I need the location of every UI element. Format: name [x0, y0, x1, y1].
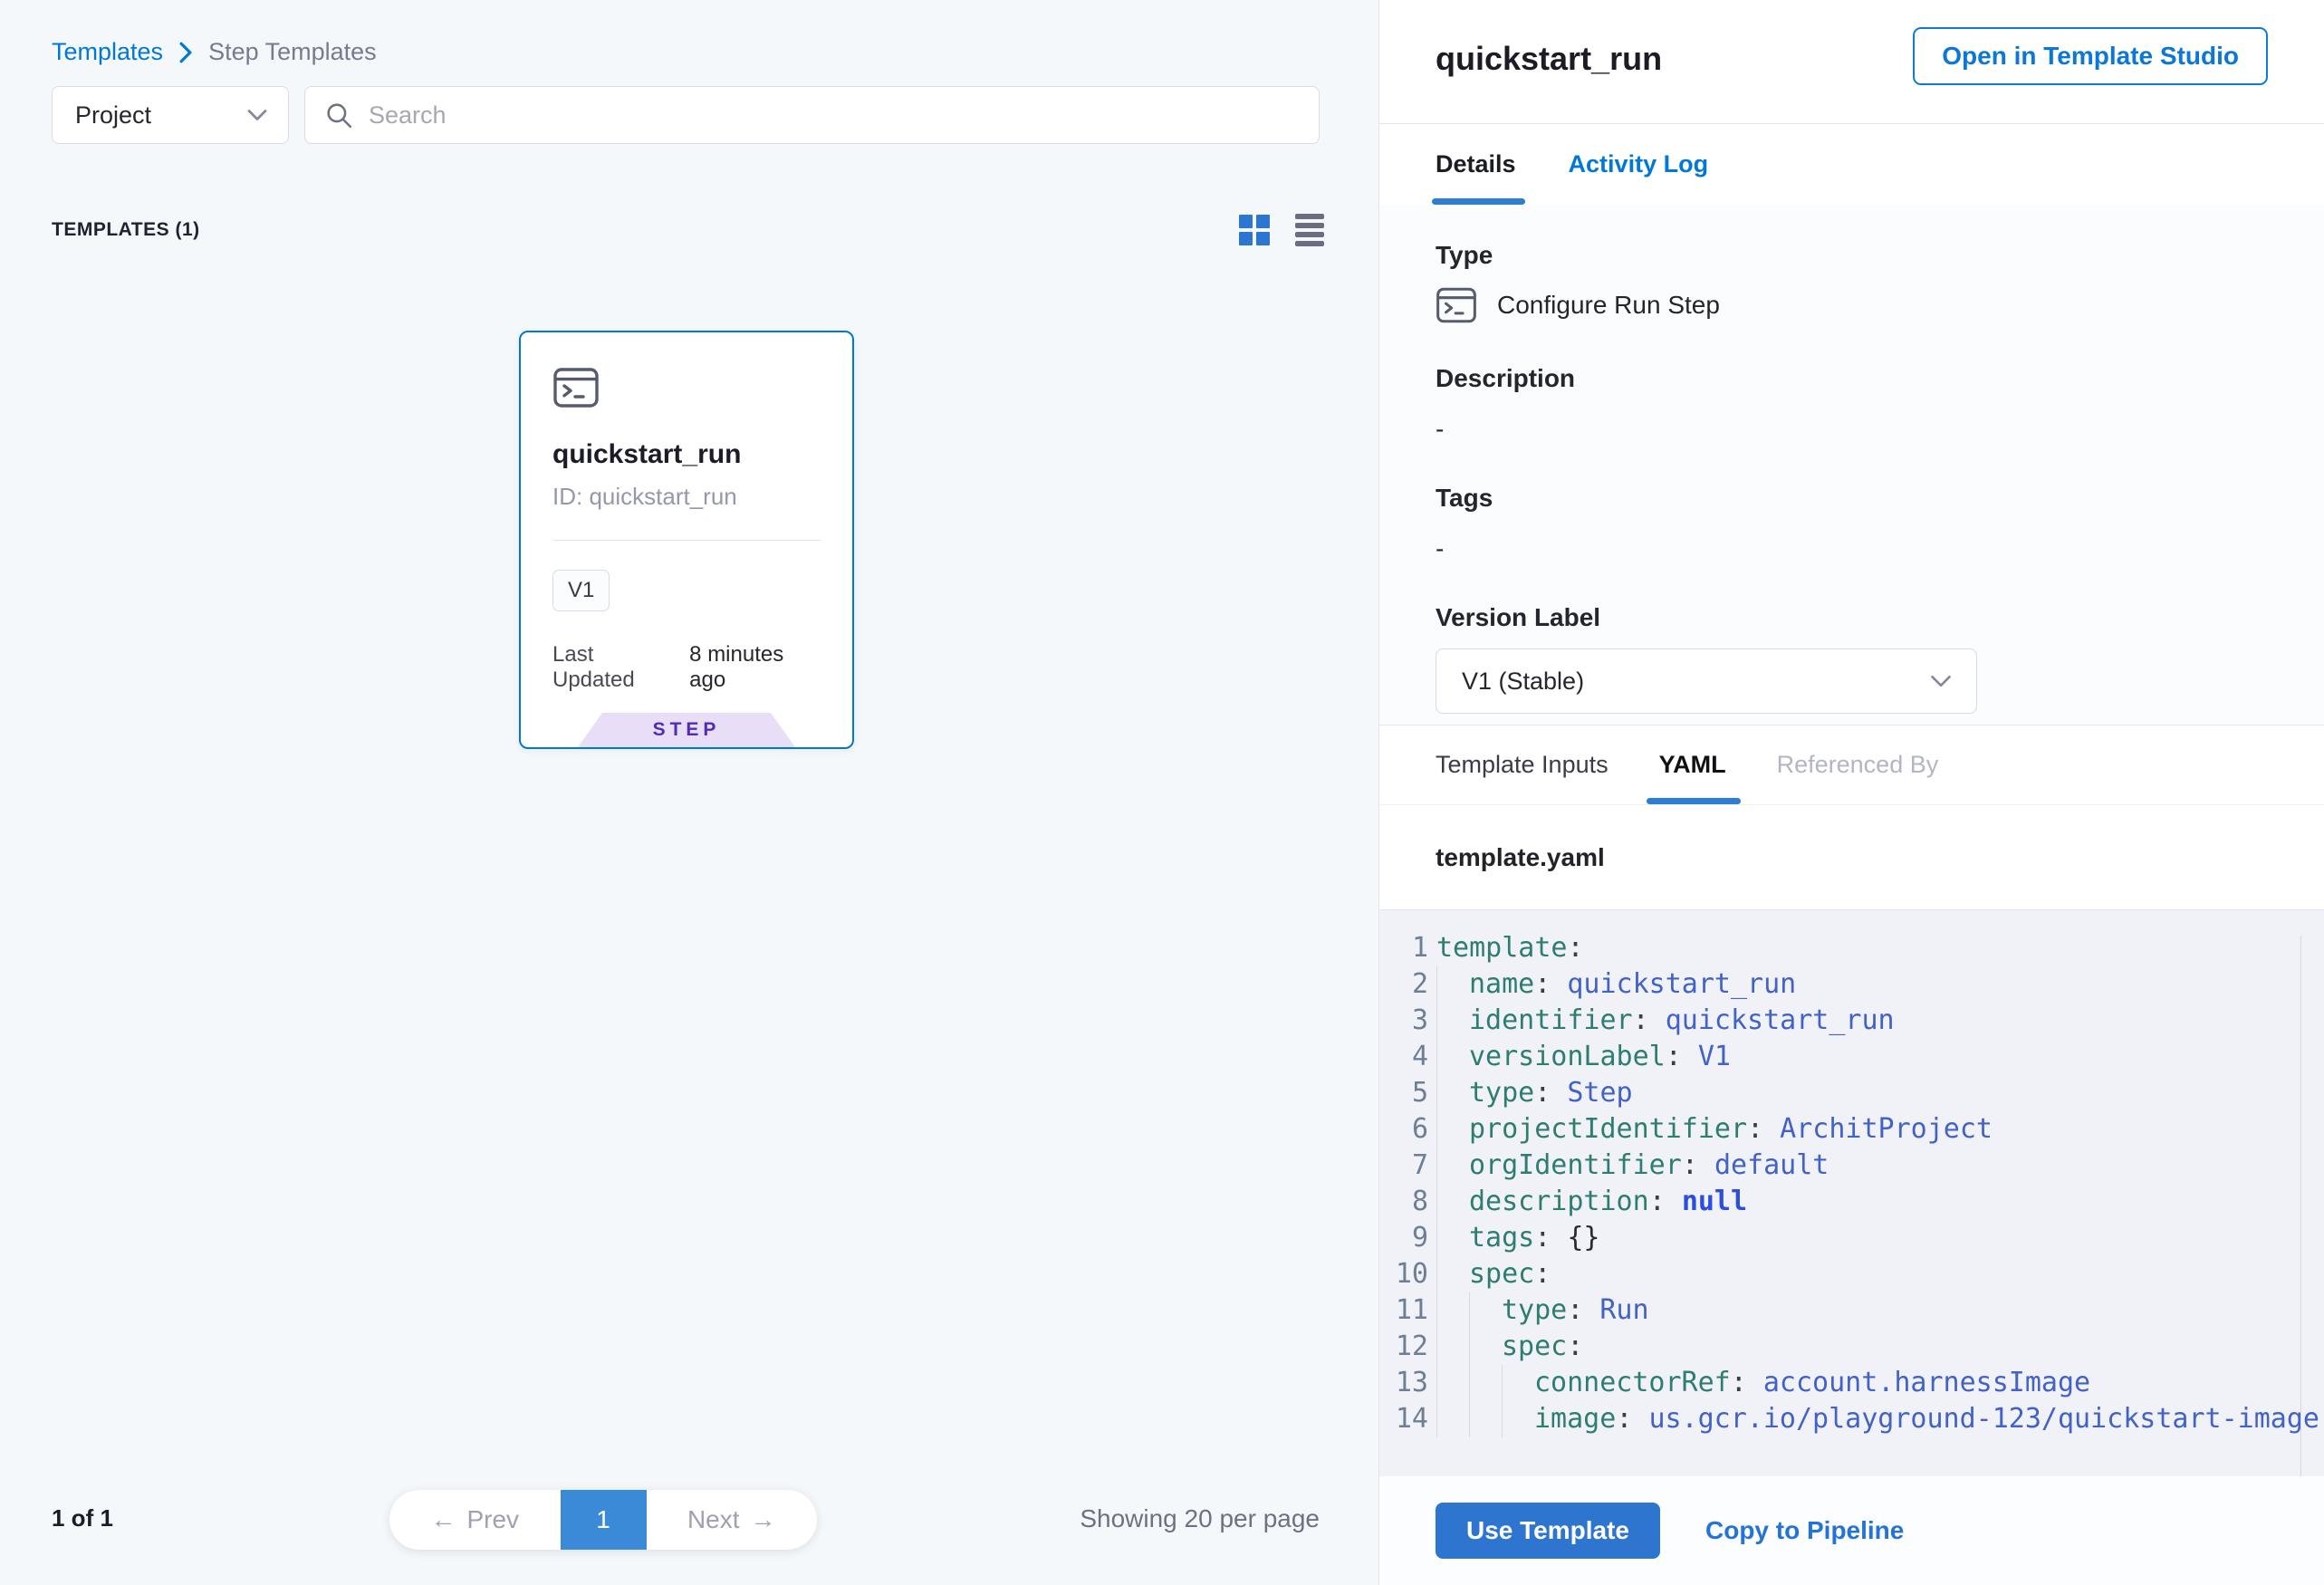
arrow-right-icon: → [751, 1505, 776, 1534]
tags-value: - [1436, 534, 2270, 563]
code-line: 11type: Run [1379, 1292, 2324, 1329]
grid-view-button[interactable] [1239, 215, 1270, 245]
version-label: Version Label [1436, 603, 2270, 632]
code-line: 9tags: {} [1379, 1220, 2324, 1256]
use-template-button[interactable]: Use Template [1436, 1503, 1660, 1559]
tab-details[interactable]: Details [1436, 124, 1516, 205]
templates-count-label: TEMPLATES (1) [52, 219, 200, 241]
description-label: Description [1436, 364, 2270, 393]
breadcrumb-current: Step Templates [208, 38, 377, 66]
panel-title: quickstart_run [1436, 40, 1662, 78]
code-line: 12spec: [1379, 1329, 2324, 1365]
grid-view-icon [1239, 215, 1270, 245]
list-view-button[interactable] [1295, 214, 1324, 246]
chevron-down-icon [246, 108, 268, 122]
subtab-template-inputs[interactable]: Template Inputs [1436, 725, 1609, 804]
tab-activity-log[interactable]: Activity Log [1569, 124, 1709, 205]
type-value: Configure Run Step [1497, 291, 1720, 320]
subtab-referenced-by[interactable]: Referenced By [1777, 725, 1939, 804]
list-view-icon [1295, 214, 1324, 246]
card-id: ID: quickstart_run [552, 483, 821, 511]
code-line: 2name: quickstart_run [1379, 966, 2324, 1003]
type-label: Type [1436, 241, 2270, 270]
code-line: 4versionLabel: V1 [1379, 1039, 2324, 1075]
page-1-button[interactable]: 1 [561, 1490, 647, 1550]
terminal-icon [1436, 286, 1477, 324]
code-line: 8description: null [1379, 1184, 2324, 1220]
subtab-yaml[interactable]: YAML [1659, 725, 1726, 804]
code-line: 6projectIdentifier: ArchitProject [1379, 1111, 2324, 1148]
arrow-left-icon: ← [430, 1505, 456, 1534]
search-input[interactable] [369, 101, 1301, 130]
code-line: 5type: Step [1379, 1075, 2324, 1111]
code-line: 10spec: [1379, 1256, 2324, 1292]
scope-select-value: Project [75, 101, 151, 130]
search-icon [323, 100, 354, 130]
code-line: 3identifier: quickstart_run [1379, 1003, 2324, 1039]
version-select-value: V1 (Stable) [1462, 668, 1584, 696]
code-line: 1template: [1379, 930, 2324, 966]
chevron-down-icon [1929, 674, 1953, 688]
editor-scrollbar[interactable] [2300, 936, 2301, 1476]
step-type-badge: STEP [578, 713, 795, 747]
code-line: 7orgIdentifier: default [1379, 1148, 2324, 1184]
breadcrumb-templates-link[interactable]: Templates [52, 38, 163, 66]
version-badge: V1 [552, 570, 610, 611]
breadcrumb-chevron-icon [176, 41, 196, 64]
yaml-code: 1template:2name: quickstart_run3identifi… [1379, 930, 2324, 1437]
card-title: quickstart_run [552, 439, 821, 470]
scope-select[interactable]: Project [52, 86, 289, 144]
file-name-label: template.yaml [1436, 843, 1605, 872]
next-page-button[interactable]: Next → [647, 1490, 818, 1550]
last-updated-value: 8 minutes ago [689, 642, 821, 693]
template-card[interactable]: quickstart_run ID: quickstart_run V1 Las… [519, 331, 854, 749]
copy-to-pipeline-link[interactable]: Copy to Pipeline [1705, 1516, 1904, 1545]
version-select[interactable]: V1 (Stable) [1436, 648, 1977, 714]
tags-label: Tags [1436, 484, 2270, 513]
terminal-icon [552, 367, 821, 408]
code-line: 13connectorRef: account.harnessImage [1379, 1365, 2324, 1401]
template-details-panel: quickstart_run Open in Template Studio D… [1378, 0, 2324, 1585]
open-in-template-studio-button[interactable]: Open in Template Studio [1913, 27, 2268, 85]
yaml-editor[interactable]: 1template:2name: quickstart_run3identifi… [1379, 910, 2324, 1476]
page-summary: 1 of 1 [52, 1504, 113, 1532]
per-page-label: Showing 20 per page [1080, 1504, 1320, 1533]
last-updated-label: Last Updated [552, 642, 677, 693]
code-line: 14image: us.gcr.io/playground-123/quicks… [1379, 1401, 2324, 1437]
description-value: - [1436, 415, 2270, 444]
breadcrumb: Templates Step Templates [52, 38, 377, 66]
prev-page-button[interactable]: ← Prev [389, 1490, 561, 1550]
templates-list-panel: Templates Step Templates Project TEMPLAT… [0, 0, 1378, 1585]
search-box [304, 86, 1320, 144]
pagination: ← Prev 1 Next → [389, 1490, 817, 1550]
card-divider [552, 540, 821, 541]
